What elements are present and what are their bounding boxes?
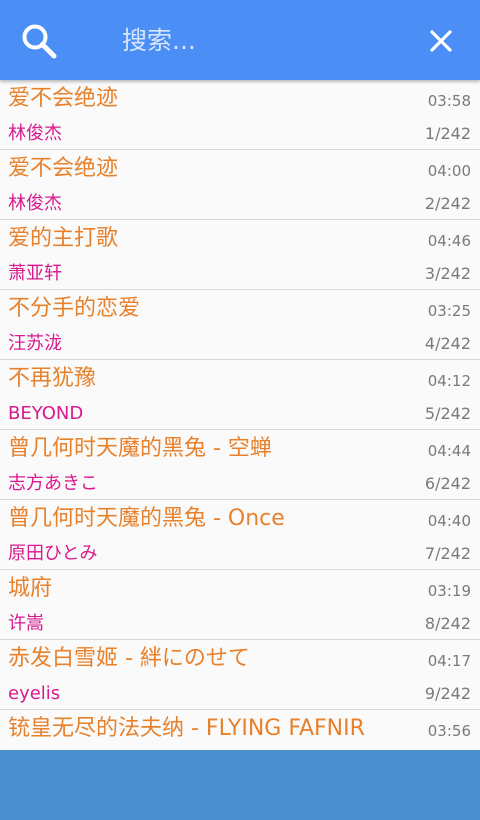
song-row[interactable]: 不分手的恋爱 汪苏泷 03:25 4/242 — [0, 290, 480, 360]
song-index: 4/242 — [424, 334, 471, 353]
search-toolbar — [0, 0, 480, 80]
song-index: 9/242 — [424, 684, 471, 703]
song-row[interactable]: 不再犹豫 BEYOND 04:12 5/242 — [0, 360, 480, 430]
song-artist: 萧亚轩 — [8, 263, 62, 284]
song-row[interactable]: 爱不会绝迹 林俊杰 03:58 1/242 — [0, 80, 480, 150]
song-index: 1/242 — [424, 124, 471, 143]
song-list[interactable]: 爱不会绝迹 林俊杰 03:58 1/242 爱不会绝迹 林俊杰 04:00 2/… — [0, 80, 480, 750]
song-index: 8/242 — [424, 614, 471, 633]
song-row[interactable]: 城府 许嵩 03:19 8/242 — [0, 570, 480, 640]
song-row[interactable]: 曾几何时天魔的黑兔 - 空蝉 志方あきこ 04:44 6/242 — [0, 430, 480, 500]
song-row[interactable]: 爱不会绝迹 林俊杰 04:00 2/242 — [0, 150, 480, 220]
song-index: 5/242 — [424, 404, 471, 423]
song-index: 3/242 — [424, 264, 471, 283]
song-row[interactable]: 爱的主打歌 萧亚轩 04:46 3/242 — [0, 220, 480, 290]
bottom-bar — [0, 750, 480, 820]
song-duration: 03:19 — [427, 582, 471, 600]
song-duration: 03:25 — [427, 302, 471, 320]
song-duration: 04:40 — [427, 512, 471, 530]
search-icon — [22, 24, 57, 59]
song-title: 爱不会绝迹 — [8, 86, 119, 111]
song-index: 6/242 — [424, 474, 471, 493]
song-artist: 原田ひとみ — [8, 543, 98, 564]
song-title: 赤发白雪姬 - 絆にのせて — [8, 646, 250, 671]
song-title: 爱不会绝迹 — [8, 156, 119, 181]
song-duration: 04:12 — [427, 372, 471, 390]
song-duration: 04:46 — [427, 232, 471, 250]
song-duration: 04:17 — [427, 652, 471, 670]
song-row[interactable]: 铳皇无尽的法夫纳 - FLYING FAFNIR 03:56 — [0, 710, 480, 750]
song-artist: BEYOND — [8, 403, 84, 424]
song-artist: 汪苏泷 — [8, 333, 62, 354]
song-duration: 03:58 — [427, 92, 471, 110]
song-row[interactable]: 曾几何时天魔的黑兔 - Once 原田ひとみ 04:40 7/242 — [0, 500, 480, 570]
close-icon — [430, 30, 452, 52]
search-input[interactable] — [108, 22, 436, 58]
song-title: 铳皇无尽的法夫纳 - FLYING FAFNIR — [8, 716, 365, 741]
song-title: 曾几何时天魔的黑兔 - Once — [8, 506, 285, 531]
song-title: 爱的主打歌 — [8, 226, 119, 251]
song-title: 城府 — [8, 576, 53, 601]
song-title: 曾几何时天魔的黑兔 - 空蝉 — [8, 436, 272, 461]
song-index: 7/242 — [424, 544, 471, 563]
song-artist: 林俊杰 — [8, 123, 62, 144]
song-duration: 03:56 — [427, 722, 471, 740]
song-duration: 04:44 — [427, 442, 471, 460]
song-index: 2/242 — [424, 194, 471, 213]
song-artist: eyelis — [8, 683, 61, 704]
song-artist: 林俊杰 — [8, 193, 62, 214]
song-row[interactable]: 赤发白雪姬 - 絆にのせて eyelis 04:17 9/242 — [0, 640, 480, 710]
song-duration: 04:00 — [427, 162, 471, 180]
song-title: 不分手的恋爱 — [8, 296, 141, 321]
song-title: 不再犹豫 — [8, 366, 97, 391]
search-button[interactable] — [18, 20, 60, 62]
song-artist: 志方あきこ — [8, 473, 98, 494]
clear-search-button[interactable] — [420, 20, 462, 62]
song-artist: 许嵩 — [8, 613, 44, 634]
